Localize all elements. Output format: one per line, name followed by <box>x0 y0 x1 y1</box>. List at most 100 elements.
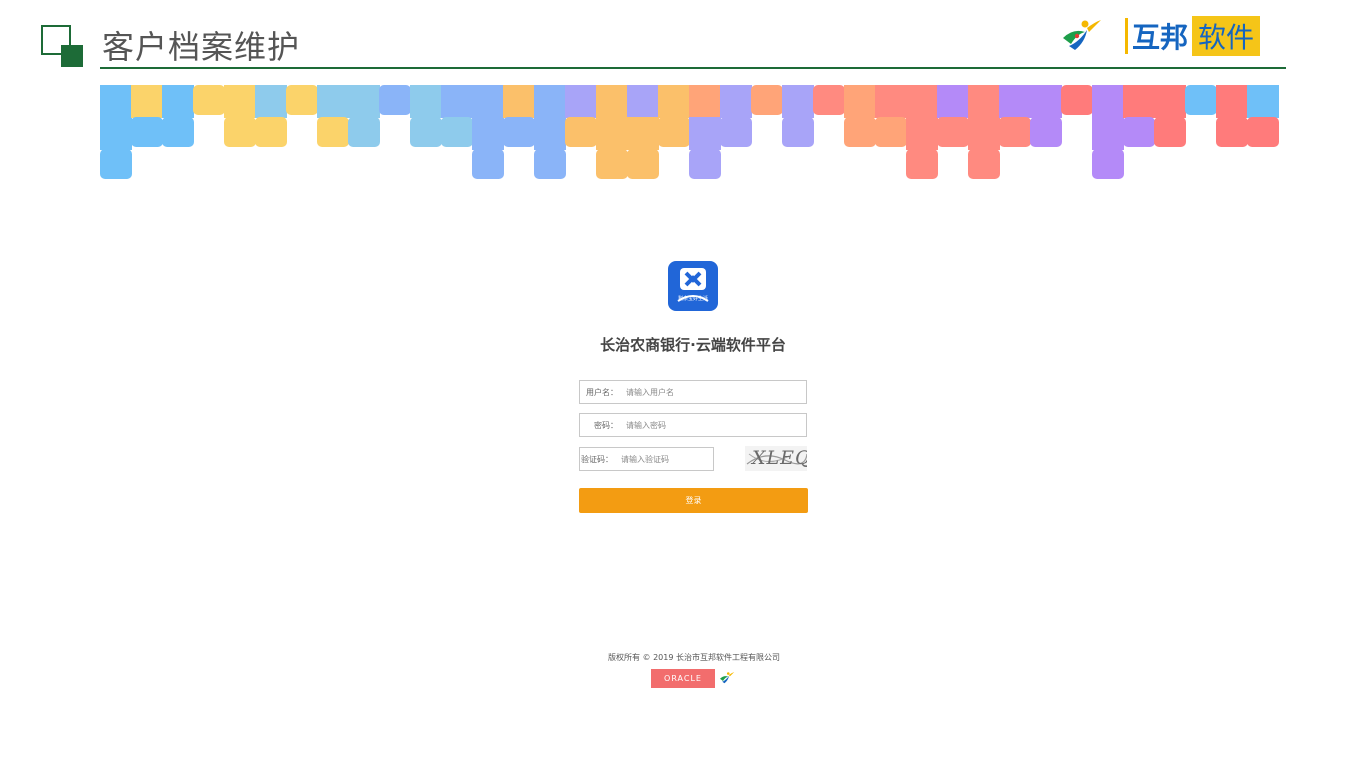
banner-tile <box>534 149 566 179</box>
captcha-text: XLEQ <box>752 447 807 469</box>
banner-tile <box>1092 149 1124 179</box>
captcha-field[interactable]: 验证码： <box>579 447 714 471</box>
banner-tile <box>534 85 566 118</box>
banner-tile <box>1154 117 1186 147</box>
banner-tile <box>720 85 752 118</box>
captcha-label: 验证码： <box>581 454 613 464</box>
banner-tile <box>1216 117 1248 147</box>
banner-tile <box>1030 117 1062 147</box>
username-label: 用户名： <box>586 387 618 397</box>
banner-tile <box>813 85 845 115</box>
banner-tile <box>162 117 194 147</box>
banner-tile <box>1123 117 1155 147</box>
banner-tile <box>1247 85 1279 118</box>
banner-tile <box>937 117 969 147</box>
banner-tile <box>844 85 876 118</box>
banner-tile <box>875 85 907 118</box>
banner-tile <box>689 117 721 150</box>
decorative-banner <box>100 85 1279 179</box>
captcha-input[interactable] <box>619 453 713 465</box>
banner-tile <box>379 85 411 115</box>
banner-tile <box>224 85 256 118</box>
bank-logo-text: 剩余宝好生活 <box>678 295 708 302</box>
banner-tile <box>875 117 907 147</box>
banner-tile <box>317 117 349 147</box>
banner-tile <box>1061 85 1093 115</box>
banner-tile <box>968 117 1000 150</box>
banner-tile <box>968 149 1000 179</box>
password-field[interactable]: 密码： <box>579 413 807 437</box>
banner-tile <box>193 85 225 115</box>
banner-tile <box>1123 85 1155 118</box>
banner-tile <box>162 85 194 118</box>
banner-tile <box>534 117 566 150</box>
banner-tile <box>131 85 163 118</box>
bank-logo-icon: 剩余宝好生活 <box>668 261 718 311</box>
banner-tile <box>1185 85 1217 115</box>
banner-tile <box>348 85 380 118</box>
banner-tile <box>1154 85 1186 118</box>
banner-tile <box>1092 85 1124 118</box>
banner-tile <box>348 117 380 147</box>
banner-tile <box>410 117 442 147</box>
banner-tile <box>968 85 1000 118</box>
login-title: 长治农商银行·云端软件平台 <box>600 336 786 354</box>
banner-tile <box>472 117 504 150</box>
banner-tile <box>627 149 659 179</box>
page-title: 客户档案维护 <box>102 28 301 66</box>
banner-tile <box>472 85 504 118</box>
banner-tile <box>503 117 535 147</box>
banner-tile <box>844 117 876 147</box>
brand-figure-icon <box>1063 20 1101 50</box>
username-input[interactable] <box>624 386 778 398</box>
banner-tile <box>1092 117 1124 150</box>
banner-tile <box>100 85 132 118</box>
password-input[interactable] <box>624 419 778 431</box>
captcha-image[interactable]: XLEQ <box>745 446 807 471</box>
banner-tile <box>596 85 628 118</box>
banner-tile <box>782 85 814 118</box>
banner-tile <box>999 85 1031 118</box>
banner-tile <box>689 149 721 179</box>
banner-tile <box>131 117 163 147</box>
banner-tile <box>658 117 690 147</box>
header-divider <box>100 67 1286 69</box>
banner-tile <box>627 117 659 150</box>
banner-tile <box>317 85 349 118</box>
password-label: 密码： <box>594 420 618 430</box>
corner-mark-icon <box>41 25 83 67</box>
banner-tile <box>441 85 473 118</box>
banner-tile <box>658 85 690 118</box>
username-field[interactable]: 用户名： <box>579 380 807 404</box>
banner-tile <box>596 149 628 179</box>
banner-tile <box>224 117 256 147</box>
banner-tile <box>565 117 597 147</box>
banner-tile <box>100 149 132 179</box>
brand-name-primary: 互邦 <box>1132 21 1189 54</box>
login-button[interactable]: 登录 <box>579 488 808 513</box>
oracle-badge: ORACLE <box>651 669 715 688</box>
banner-tile <box>255 117 287 147</box>
banner-tile <box>720 117 752 147</box>
brand-logo: 互邦 软件 <box>1055 14 1261 58</box>
banner-tile <box>410 85 442 118</box>
banner-tile <box>999 117 1031 147</box>
banner-tile <box>255 85 287 118</box>
banner-tile <box>596 117 628 150</box>
brand-name-secondary: 软件 <box>1192 16 1261 56</box>
banner-tile <box>565 85 597 118</box>
banner-tile <box>503 85 535 118</box>
banner-tile <box>751 85 783 115</box>
banner-tile <box>782 117 814 147</box>
banner-tile <box>441 117 473 147</box>
brand-mini-icon <box>720 672 735 684</box>
banner-tile <box>1216 85 1248 118</box>
banner-tile <box>906 117 938 150</box>
banner-tile <box>937 85 969 118</box>
copyright-text: 版权所有 © 2019 长治市互邦软件工程有限公司 <box>608 653 780 662</box>
banner-tile <box>472 149 504 179</box>
banner-tile <box>906 149 938 179</box>
banner-tile <box>1247 117 1279 147</box>
banner-tile <box>1030 85 1062 118</box>
banner-tile <box>286 85 318 115</box>
